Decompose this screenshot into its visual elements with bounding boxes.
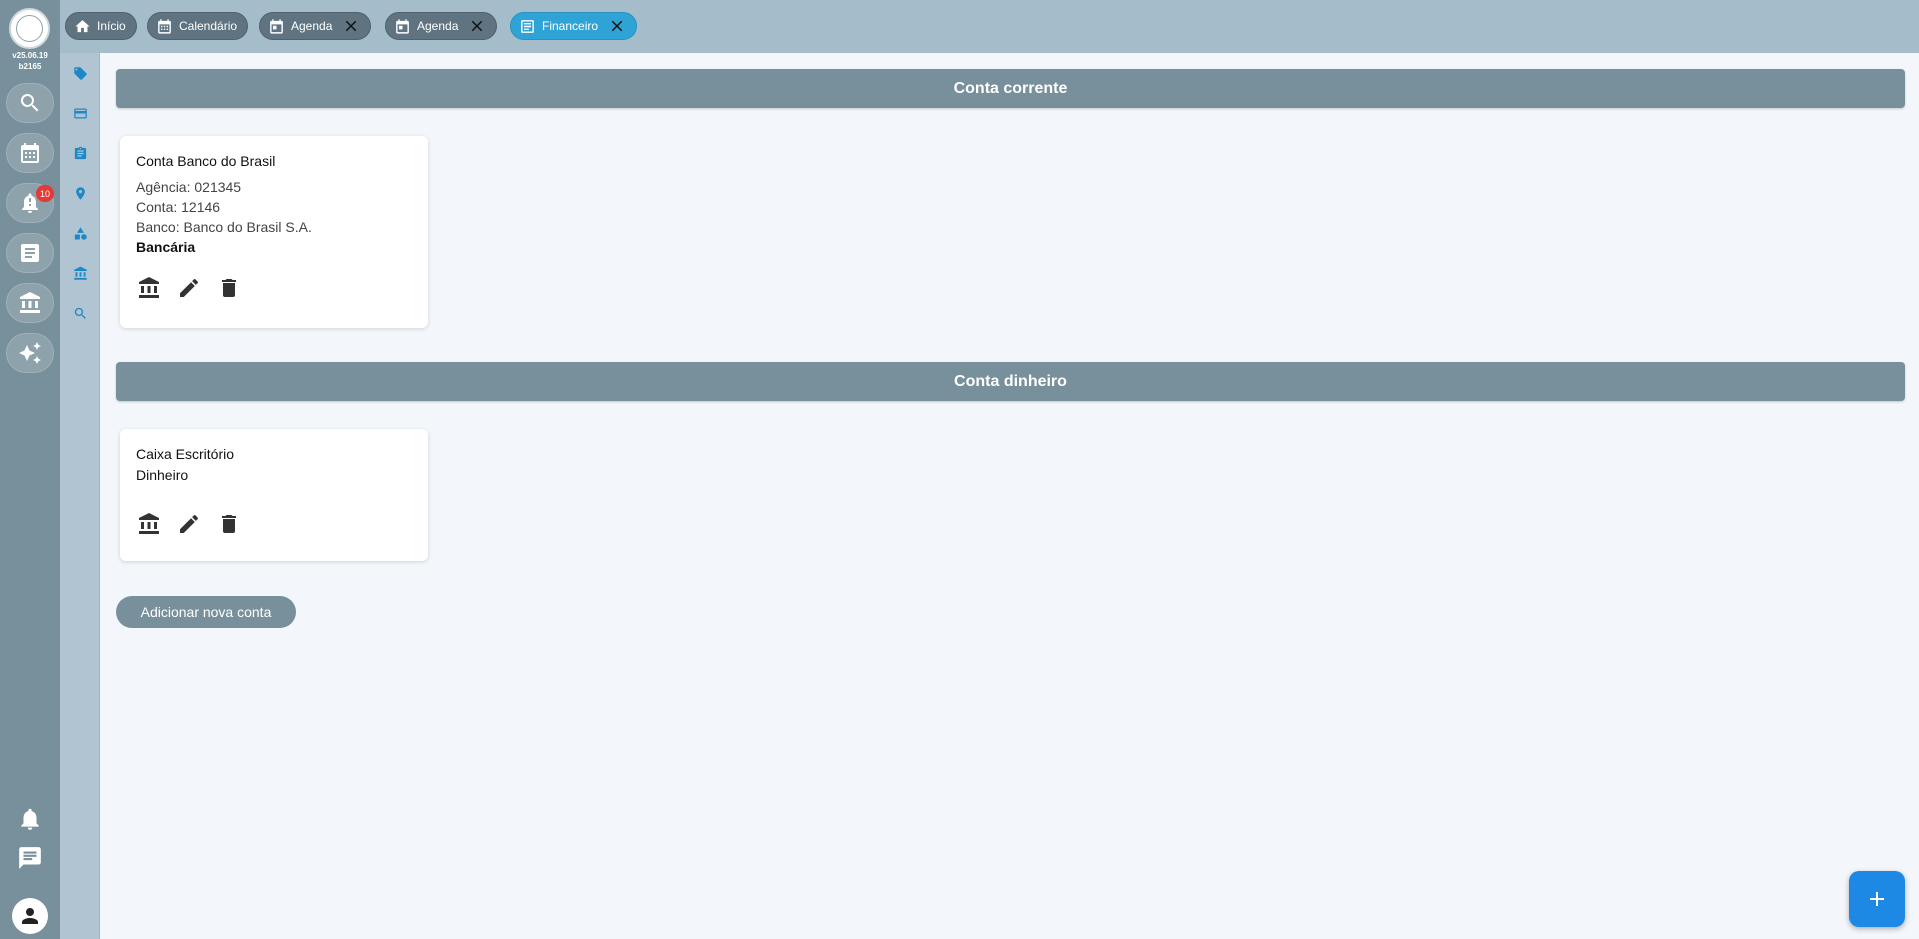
- bank-icon: [73, 266, 87, 280]
- bank-icon: [139, 277, 159, 298]
- card-actions: [136, 511, 412, 537]
- notifications-badge: 10: [36, 185, 55, 202]
- user-avatar-icon: [22, 908, 38, 924]
- account-card: Conta Banco do Brasil Agência: 021345 Co…: [120, 136, 428, 328]
- tab-label: Agenda: [417, 19, 459, 33]
- tab-calendario[interactable]: Calendário: [147, 12, 249, 40]
- close-icon: [346, 20, 357, 32]
- tab-agenda-2[interactable]: Agenda: [385, 12, 498, 40]
- rail-search-button[interactable]: [6, 83, 54, 123]
- tab-close-button[interactable]: [468, 17, 486, 35]
- close-icon: [472, 20, 483, 32]
- account-type: Bancária: [136, 239, 196, 255]
- rail-ai-button[interactable]: [6, 333, 54, 373]
- shapes-icon: [74, 226, 87, 240]
- tab-close-button[interactable]: [342, 17, 360, 35]
- trash-icon: [222, 515, 236, 533]
- tab-label: Agenda: [291, 19, 333, 33]
- left-rail: v25.06.19 b2165 10: [0, 0, 60, 939]
- app-build: b2165: [18, 62, 42, 71]
- tab-financeiro[interactable]: Financeiro: [510, 12, 638, 40]
- tab-label: Financeiro: [542, 19, 599, 33]
- document-icon: [21, 244, 39, 262]
- sub-location-button[interactable]: [72, 185, 88, 201]
- close-icon: [611, 20, 623, 32]
- sparkle-icon: [19, 342, 41, 364]
- delete-button[interactable]: [216, 511, 242, 537]
- add-account-button[interactable]: Adicionar nova conta: [116, 596, 296, 628]
- tab-label: Início: [97, 19, 126, 33]
- account-name: Conta Banco do Brasil: [136, 153, 276, 169]
- search-icon: [74, 307, 86, 319]
- search-icon: [20, 94, 39, 112]
- rail-chat-button[interactable]: [12, 841, 48, 875]
- account-card: Caixa Escritório Dinheiro: [120, 429, 428, 561]
- plus-icon: [1870, 892, 1884, 906]
- account-agency: Agência: 021345: [136, 179, 242, 195]
- pencil-icon: [180, 278, 198, 297]
- account-name: Caixa Escritório: [136, 446, 235, 462]
- calendar-event-icon: [270, 18, 283, 34]
- chat-icon: [19, 847, 41, 869]
- calendar-event-icon: [396, 18, 409, 34]
- location-pin-icon: [75, 186, 85, 200]
- sub-clipboard-button[interactable]: [72, 145, 88, 161]
- sub-shapes-button[interactable]: [72, 225, 88, 241]
- calendar-icon: [158, 18, 171, 34]
- home-icon: [75, 19, 90, 32]
- pencil-icon: [180, 514, 198, 533]
- tab-agenda-1[interactable]: Agenda: [259, 12, 372, 40]
- bank-icon: [139, 513, 159, 534]
- sub-card-button[interactable]: [72, 105, 88, 121]
- trash-icon: [222, 279, 236, 297]
- bell-icon: [21, 808, 39, 830]
- account-number: Conta: 12146: [136, 199, 221, 215]
- rail-bank-button[interactable]: [6, 283, 54, 323]
- calendar-icon: [21, 143, 39, 163]
- rail-bell-button[interactable]: [12, 802, 48, 836]
- bank-details-button[interactable]: [136, 511, 162, 537]
- sub-bank-button[interactable]: [72, 265, 88, 281]
- rail-documents-button[interactable]: [6, 233, 54, 273]
- app-version: v25.06.19: [12, 51, 48, 60]
- tab-inicio[interactable]: Início: [65, 12, 137, 40]
- edit-button[interactable]: [176, 275, 202, 301]
- edit-button[interactable]: [176, 511, 202, 537]
- app-logo[interactable]: [9, 8, 50, 49]
- card-actions: [136, 275, 412, 301]
- sub-rail: [60, 0, 100, 939]
- bank-details-button[interactable]: [136, 275, 162, 301]
- clipboard-icon: [74, 146, 86, 159]
- sub-search-button[interactable]: [72, 305, 88, 321]
- account-bank: Banco: Banco do Brasil S.A.: [136, 219, 312, 235]
- tag-icon: [73, 66, 87, 80]
- tab-label: Calendário: [179, 19, 238, 33]
- sub-tag-button[interactable]: [72, 65, 88, 81]
- card-icon: [73, 108, 87, 118]
- tab-bar: Início Calendário Agenda Agenda Financei…: [60, 0, 1919, 53]
- tab-close-button[interactable]: [608, 17, 626, 35]
- section-header-conta-corrente: Conta corrente: [116, 69, 1905, 108]
- delete-button[interactable]: [216, 275, 242, 301]
- user-avatar[interactable]: [12, 898, 48, 934]
- section-header-conta-dinheiro: Conta dinheiro: [116, 362, 1905, 401]
- rail-calendar-button[interactable]: [6, 133, 54, 173]
- document-icon: [521, 19, 534, 33]
- add-fab-button[interactable]: [1849, 871, 1905, 927]
- bank-icon: [20, 292, 40, 313]
- account-type: Dinheiro: [136, 467, 189, 483]
